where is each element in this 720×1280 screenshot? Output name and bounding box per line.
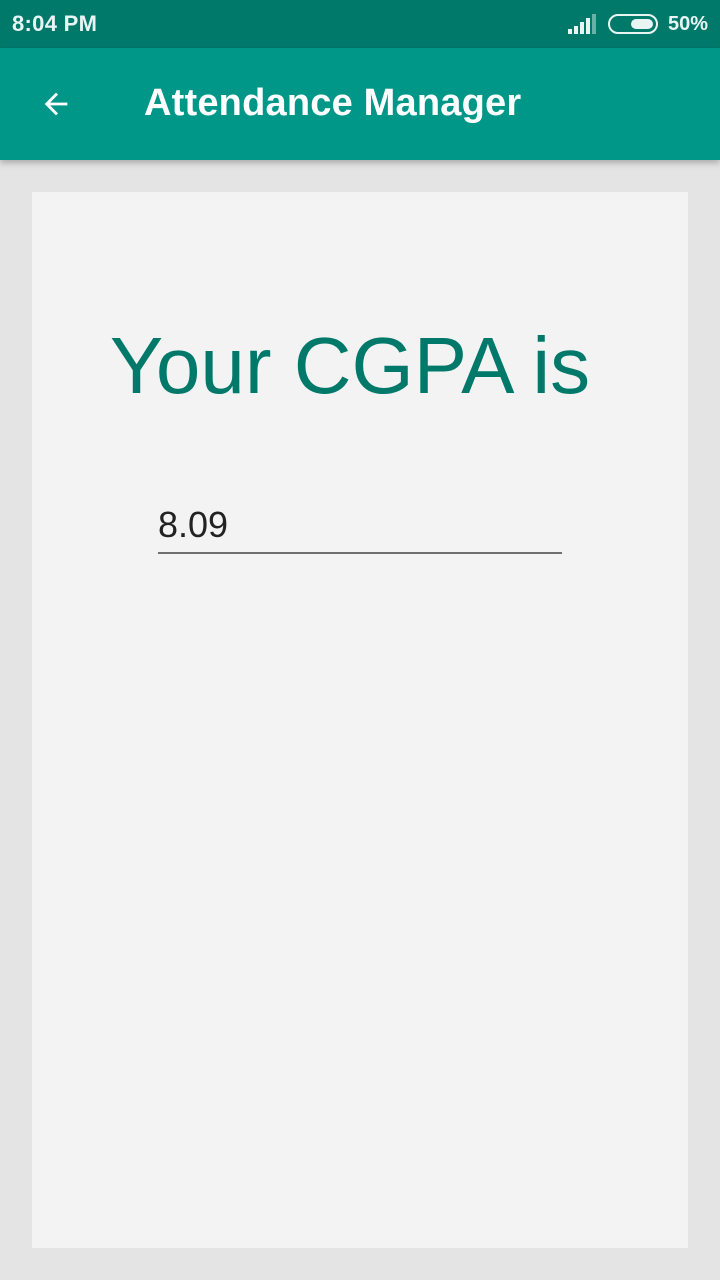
cgpa-heading: Your CGPA is: [109, 321, 591, 410]
battery-fill: [630, 19, 653, 29]
status-time: 8:04 PM: [12, 11, 98, 36]
app-bar: Attendance Manager: [0, 48, 720, 160]
back-button[interactable]: [24, 72, 88, 136]
battery-icon: [607, 14, 658, 34]
status-bar: 8:04 PM 50%: [0, 0, 720, 48]
status-icons: 50%: [566, 10, 708, 38]
cgpa-value: 8.09: [158, 504, 229, 545]
cellular-signal-icon: [566, 14, 596, 34]
app-title: Attendance Manager: [144, 82, 522, 124]
cgpa-field[interactable]: 8.09: [158, 498, 562, 554]
arrow-back-icon: [44, 92, 68, 116]
battery-percent: 50%: [667, 12, 708, 35]
cgpa-card: Your CGPA is 8.09: [32, 192, 688, 1248]
